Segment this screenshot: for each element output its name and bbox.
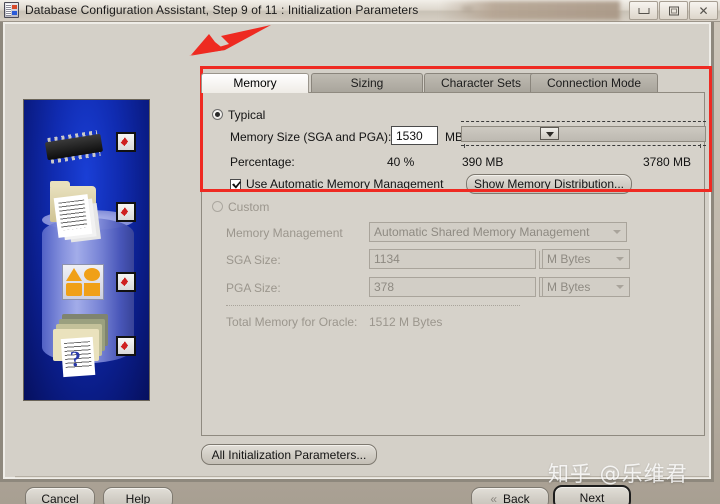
close-button[interactable]: ✕ [689, 1, 718, 20]
automatic-memory-management-label: Use Automatic Memory Management [246, 177, 444, 191]
app-window: Database Configuration Assistant, Step 9… [0, 0, 720, 504]
question-mark-icon: ? [69, 345, 82, 372]
custom-radio[interactable] [212, 201, 223, 212]
memory-tab-panel: Typical Memory Size (SGA and PGA): 1530 … [201, 92, 706, 436]
slider-thumb[interactable] [540, 127, 559, 140]
percentage-value: 40 % [387, 155, 415, 169]
window-body: ? Memory Sizing Character Sets Connectio… [0, 22, 714, 504]
cancel-button[interactable]: Cancel [25, 487, 95, 504]
all-initialization-parameters-button[interactable]: All Initialization Parameters... [201, 444, 377, 465]
pga-size-label: PGA Size: [226, 281, 281, 295]
title-bar-left: Database Configuration Assistant, Step 9… [4, 2, 418, 18]
footer-divider [15, 476, 709, 477]
chevron-down-icon [616, 285, 624, 289]
step-check-3-icon [116, 272, 136, 292]
sga-size-input[interactable]: 1134 [369, 249, 536, 269]
memory-management-select[interactable]: Automatic Shared Memory Management [369, 222, 627, 242]
tab-memory[interactable]: Memory [201, 73, 309, 93]
sga-size-unit-value: M Bytes [547, 252, 591, 266]
slider-dashed-bottom [461, 145, 706, 146]
memory-size-slider[interactable] [461, 121, 706, 148]
slider-dashed-top [461, 121, 706, 122]
typical-radio[interactable] [212, 109, 223, 120]
sga-size-unit-select[interactable]: M Bytes [542, 249, 630, 269]
tab-sizing[interactable]: Sizing [311, 73, 423, 93]
step-check-4-icon [116, 336, 136, 356]
slider-max-label: 3780 MB [643, 155, 692, 169]
question-document-icon: ? [60, 336, 96, 378]
window-body-inner: ? Memory Sizing Character Sets Connectio… [3, 22, 711, 504]
slider-tick-max [700, 144, 701, 148]
pga-size-unit-value: M Bytes [547, 280, 591, 294]
database-assistant-icon [4, 2, 19, 18]
tab-bar: Memory Sizing Character Sets Connection … [201, 73, 717, 93]
minimize-button[interactable] [629, 1, 658, 20]
title-bar: Database Configuration Assistant, Step 9… [0, 0, 720, 22]
tab-character-sets[interactable]: Character Sets [424, 73, 538, 93]
shapes-tile-icon [62, 264, 104, 300]
memory-management-label: Memory Management [226, 226, 343, 240]
window-title: Database Configuration Assistant, Step 9… [25, 3, 419, 17]
help-button[interactable]: Help [103, 487, 173, 504]
pga-size-unit-select[interactable]: M Bytes [542, 277, 630, 297]
title-bar-blurred-region: ••• [440, 1, 620, 20]
pga-size-input[interactable]: 378 [369, 277, 536, 297]
show-memory-distribution-button[interactable]: Show Memory Distribution... [466, 174, 632, 194]
maximize-button[interactable] [659, 1, 688, 20]
close-icon: ✕ [698, 3, 709, 18]
window-controls: ✕ [629, 1, 718, 20]
memory-size-input[interactable]: 1530 [391, 126, 438, 145]
memory-size-label: Memory Size (SGA and PGA): [230, 130, 392, 144]
total-memory-label: Total Memory for Oracle: [226, 315, 358, 329]
section-divider [226, 305, 520, 306]
next-button[interactable]: Next [553, 485, 631, 504]
back-chevron-icon: « [490, 491, 497, 504]
documents-icon [53, 194, 93, 238]
sga-size-label: SGA Size: [226, 253, 281, 267]
step-check-1-icon [116, 132, 136, 152]
step-check-2-icon [116, 202, 136, 222]
percentage-label: Percentage: [230, 155, 295, 169]
slider-min-label: 390 MB [462, 155, 504, 169]
automatic-memory-management-checkbox[interactable] [230, 179, 241, 190]
memory-chip-icon [44, 133, 104, 161]
custom-label: Custom [228, 200, 270, 214]
typical-label: Typical [228, 108, 266, 122]
slider-track[interactable] [461, 126, 706, 142]
back-button[interactable]: « Back [471, 487, 549, 504]
back-button-label: Back [503, 491, 530, 504]
slider-tick-min [464, 144, 465, 148]
chevron-down-icon [613, 230, 621, 234]
maximize-icon [668, 6, 679, 15]
memory-management-value: Automatic Shared Memory Management [374, 225, 590, 239]
minimize-icon [638, 7, 649, 14]
chevron-down-icon [616, 257, 624, 261]
total-memory-value: 1512 M Bytes [369, 315, 443, 329]
tab-connection-mode[interactable]: Connection Mode [530, 73, 658, 93]
wizard-banner-image: ? [23, 99, 150, 401]
